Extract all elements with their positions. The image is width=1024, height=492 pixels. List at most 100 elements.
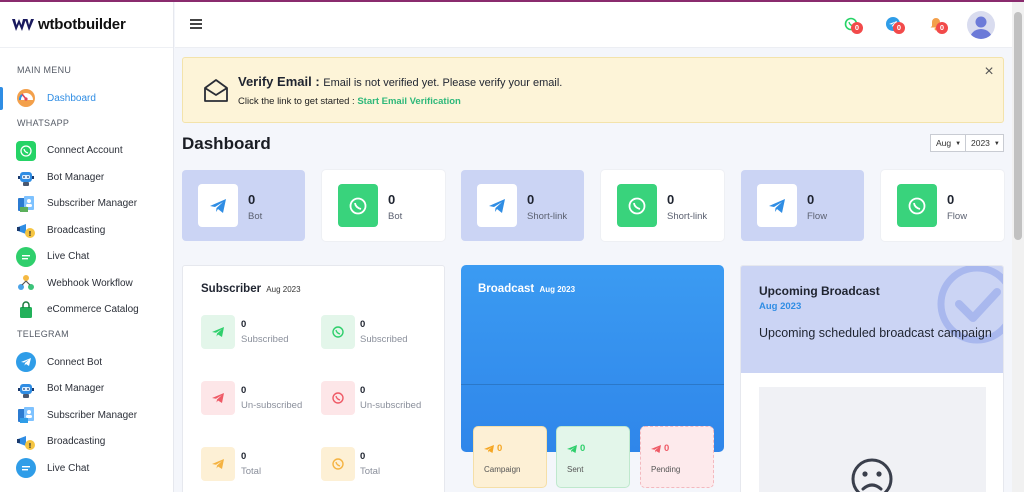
sent-label: Sent <box>567 465 584 474</box>
upcoming-empty-state <box>759 387 986 492</box>
page-scrollbar[interactable] <box>1012 2 1024 492</box>
pending-label: Pending <box>651 465 681 474</box>
stat-card-whatsapp-flow[interactable]: 0 Flow <box>881 170 1004 241</box>
brand-name: wtbotbuilder <box>38 16 126 33</box>
user-avatar[interactable] <box>967 11 995 39</box>
subscriber-card-title: Subscriber Aug 2023 <box>201 283 301 295</box>
telegram-icon <box>567 444 577 453</box>
stat-label: Short-link <box>667 211 708 222</box>
whatsapp-subscribed-value: 0 <box>360 319 366 330</box>
alert-prompt-line: Click the link to get started : Start Em… <box>238 96 461 107</box>
sidebar-item-telegram-broadcasting[interactable]: ! Broadcasting <box>0 429 173 456</box>
sidebar-item-live-chat[interactable]: Live Chat <box>0 244 173 271</box>
upcoming-card-header: Upcoming Broadcast Aug 2023 Upcoming sch… <box>741 266 1003 373</box>
sad-face-icon <box>851 458 893 492</box>
verify-email-alert: Verify Email : Email is not verified yet… <box>182 57 1004 123</box>
user-avatar-icon <box>970 16 992 39</box>
brand[interactable]: wtbotbuilder <box>0 2 173 48</box>
stat-card-whatsapp-bot[interactable]: 0 Bot <box>322 170 445 241</box>
scrollbar-thumb[interactable] <box>1014 12 1022 240</box>
section-telegram: TELEGRAM <box>17 329 69 339</box>
broadcast-campaign-tile[interactable]: 0 Campaign <box>473 426 547 488</box>
stat-card-telegram-bot[interactable]: 0 Bot <box>182 170 305 241</box>
whatsapp-total-value: 0 <box>360 451 366 462</box>
upcoming-description: Upcoming scheduled broadcast campaign <box>759 326 992 340</box>
whatsapp-unsubscribed-value: 0 <box>360 385 366 396</box>
stat-label: Flow <box>947 211 968 222</box>
telegram-icon <box>198 184 238 227</box>
bell-notification-button[interactable]: 0 <box>929 17 948 34</box>
sidebar-item-webhook-workflow[interactable]: Webhook Workflow <box>0 270 173 297</box>
sidebar-item-ecommerce-catalog[interactable]: eCommerce Catalog <box>0 297 173 324</box>
telegram-total-value: 0 <box>241 451 247 462</box>
broadcast-sent-tile[interactable]: 0 Sent <box>556 426 630 488</box>
broadcast-pending-tile[interactable]: 0 Pending <box>640 426 714 488</box>
bell-notification-count: 0 <box>936 22 948 34</box>
close-icon[interactable]: × <box>983 64 995 80</box>
sidebar-item-label: eCommerce Catalog <box>47 304 139 316</box>
stat-card-telegram-flow[interactable]: 0 Flow <box>741 170 864 241</box>
envelope-open-icon <box>204 79 228 102</box>
sidebar-item-bot-manager[interactable]: Bot Manager <box>0 164 173 191</box>
alert-message: Email is not verified yet. Please verify… <box>323 77 563 89</box>
sidebar-item-dashboard[interactable]: Dashboard <box>0 85 173 112</box>
sidebar-item-broadcasting[interactable]: ! Broadcasting <box>0 217 173 244</box>
svg-text:!: ! <box>28 442 31 450</box>
month-select[interactable]: Aug ▼ <box>930 134 966 152</box>
page-title: Dashboard <box>182 134 271 153</box>
hamburger-menu-icon[interactable] <box>190 19 202 29</box>
robot-icon <box>16 379 36 399</box>
whatsapp-icon <box>321 381 355 415</box>
upcoming-period: Aug 2023 <box>759 301 802 312</box>
sidebar-item-subscriber-manager[interactable]: Subscriber Manager <box>0 191 173 218</box>
stat-label: Bot <box>388 211 403 222</box>
telegram-subscribed-label: Subscribed <box>241 334 289 345</box>
sidebar-item-connect-account[interactable]: Connect Account <box>0 138 173 165</box>
divider <box>461 384 724 385</box>
telegram-icon <box>484 444 494 453</box>
broadcast-period: Aug 2023 <box>539 285 576 294</box>
telegram-icon <box>201 381 235 415</box>
start-email-verification-link[interactable]: Start Email Verification <box>357 96 460 107</box>
broadcast-card-title: Broadcast Aug 2023 <box>478 283 575 295</box>
telegram-notification-button[interactable]: 0 <box>886 17 905 34</box>
stat-value: 0 <box>667 192 675 207</box>
alert-heading: Verify Email : Email is not verified yet… <box>238 74 562 89</box>
whatsapp-icon <box>321 447 355 481</box>
broadcast-card-header: Broadcast Aug 2023 <box>461 265 724 452</box>
sidebar-item-telegram-live-chat[interactable]: Live Chat <box>0 455 173 482</box>
section-whatsapp: WHATSAPP <box>17 117 70 128</box>
stat-label: Bot <box>248 211 263 222</box>
subscriber-period: Aug 2023 <box>266 285 301 294</box>
whatsapp-notification-count: 0 <box>851 22 863 34</box>
telegram-icon <box>477 184 517 227</box>
stat-label: Flow <box>807 211 828 222</box>
whatsapp-notification-button[interactable]: 0 <box>844 17 863 34</box>
sent-value: 0 <box>580 443 586 454</box>
robot-icon <box>16 167 36 187</box>
stat-card-telegram-short-link[interactable]: 0 Short-link <box>461 170 584 241</box>
sidebar-item-label: Connect Account <box>47 145 123 157</box>
stat-value: 0 <box>807 192 815 207</box>
sidebar-item-telegram-bot-manager[interactable]: Bot Manager <box>0 376 173 403</box>
month-select-value: Aug <box>936 138 952 148</box>
year-select[interactable]: 2023 ▼ <box>965 134 1004 152</box>
telegram-icon <box>651 444 661 453</box>
sidebar-item-telegram-subscriber-manager[interactable]: Subscriber Manager <box>0 402 173 429</box>
stat-label: Short-link <box>527 211 568 222</box>
telegram-icon <box>201 447 235 481</box>
sidebar-item-label: Connect Bot <box>47 356 103 368</box>
top-header: 0 0 0 <box>175 2 1012 48</box>
subscriber-title: Subscriber <box>201 283 262 295</box>
broadcast-card: Broadcast Aug 2023 0 Campaign 0 Sent 0 P… <box>461 265 724 492</box>
telegram-unsubscribed-label: Un-subscribed <box>241 400 303 411</box>
sidebar-item-label: Bot Manager <box>47 383 105 395</box>
campaign-value: 0 <box>497 443 503 454</box>
sidebar-item-connect-bot[interactable]: Connect Bot <box>0 349 173 376</box>
stat-value: 0 <box>248 192 256 207</box>
sidebar: wtbotbuilder MAIN MENU Dashboard WHATSAP… <box>0 2 174 492</box>
stat-value: 0 <box>947 192 955 207</box>
stat-card-whatsapp-short-link[interactable]: 0 Short-link <box>601 170 724 241</box>
sidebar-item-label: Webhook Workflow <box>47 277 133 289</box>
year-select-value: 2023 <box>971 138 990 148</box>
